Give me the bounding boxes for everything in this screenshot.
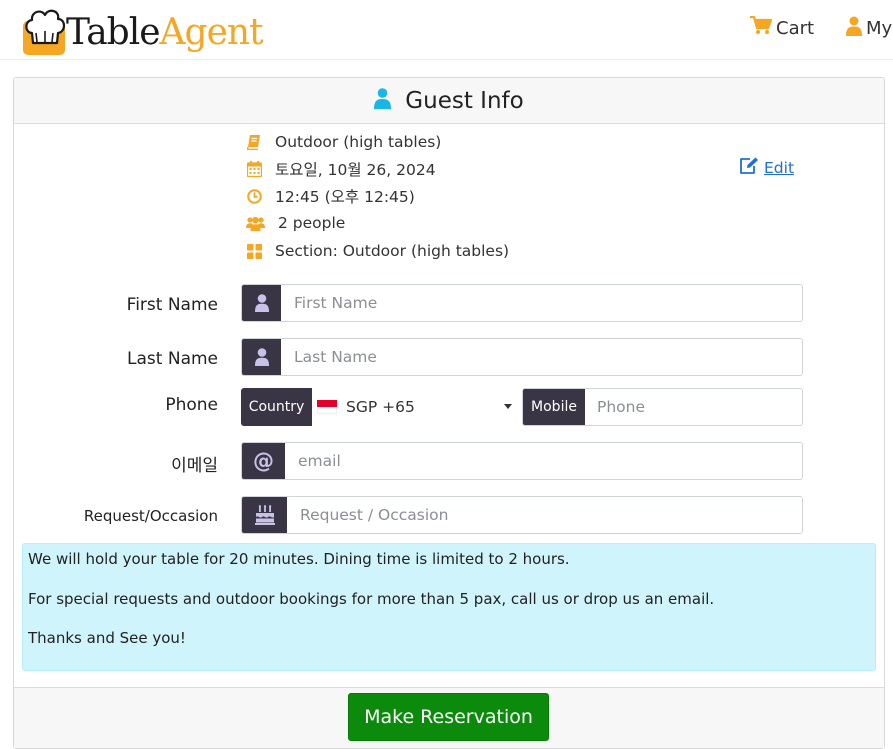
at-sign-icon: @ [242, 443, 285, 479]
top-navbar: TableAgent Cart My [0, 0, 893, 60]
notice-special-requests: For special requests and outdoor booking… [28, 590, 715, 608]
email-label: 이메일 [171, 456, 218, 476]
booking-date-row: 토요일, 10월 26, 2024 [246, 157, 436, 181]
grid-icon [246, 243, 262, 259]
brand-name-part1: Table [66, 11, 161, 53]
user-icon [242, 339, 281, 375]
booking-time-row: 12:45 (오후 12:45) [246, 184, 415, 208]
first-name-label: First Name [126, 295, 218, 315]
users-icon [246, 215, 265, 231]
booking-party: 2 people [278, 214, 346, 232]
phone-input[interactable] [585, 389, 802, 425]
booking-area: Outdoor (high tables) [275, 133, 442, 151]
last-name-group [241, 338, 803, 376]
singapore-flag-icon [317, 400, 337, 414]
request-group [241, 496, 803, 534]
request-input[interactable] [287, 497, 802, 533]
make-reservation-button[interactable]: Make Reservation [348, 693, 549, 741]
user-icon [846, 16, 866, 41]
nav-account-link[interactable]: My [846, 16, 892, 41]
mobile-group: Mobile [522, 388, 803, 426]
nav-cart-label: Cart [776, 17, 815, 39]
country-code-select[interactable]: SGP +65 [312, 388, 516, 426]
brand-name-part2: Agent [159, 11, 264, 53]
country-group: Country SGP +65 [241, 388, 516, 426]
edit-booking-link[interactable]: Edit [739, 157, 794, 178]
brand-wordmark: TableAgent [66, 11, 264, 53]
booking-section-row: Section: Outdoor (high tables) [246, 239, 509, 263]
booking-area-row: Outdoor (high tables) [246, 130, 441, 154]
book-icon [246, 134, 262, 150]
nav-account-label: My [866, 18, 893, 39]
first-name-group [241, 284, 803, 322]
user-icon [242, 285, 281, 321]
email-input[interactable] [285, 443, 802, 479]
reservation-notice: We will hold your table for 20 minutes. … [22, 543, 876, 671]
chef-hat-icon [22, 3, 68, 56]
phone-label: Phone [165, 395, 218, 415]
booking-section: Section: Outdoor (high tables) [275, 242, 510, 260]
card-footer: Make Reservation [14, 687, 884, 748]
first-name-input[interactable] [281, 285, 802, 321]
booking-time: 12:45 (오후 12:45) [275, 188, 415, 206]
mobile-addon: Mobile [523, 389, 585, 425]
last-name-label: Last Name [127, 349, 218, 369]
card-header: Guest Info [14, 78, 884, 124]
clock-icon [246, 188, 262, 204]
notice-thanks: Thanks and See you! [28, 629, 186, 647]
country-code-value: SGP +65 [346, 398, 415, 416]
birthday-cake-icon [242, 497, 287, 533]
email-group: @ [241, 442, 803, 480]
country-addon: Country [241, 388, 312, 426]
user-icon [374, 88, 392, 113]
caret-down-icon [504, 404, 512, 409]
guest-info-card: Guest Info Outdoor (high tables) 토요일, 10… [13, 77, 885, 749]
last-name-input[interactable] [281, 339, 802, 375]
booking-date: 토요일, 10월 26, 2024 [275, 161, 436, 179]
request-label: Request/Occasion [83, 507, 218, 525]
cart-icon [750, 15, 776, 40]
notice-hold-time: We will hold your table for 20 minutes. … [28, 550, 570, 568]
edit-icon [739, 157, 764, 178]
nav-cart-link[interactable]: Cart [750, 15, 815, 40]
edit-label: Edit [764, 158, 795, 177]
phone-group: Country SGP +65 Mobile [241, 388, 803, 426]
brand-logo[interactable]: TableAgent [22, 2, 264, 57]
calendar-icon [246, 161, 262, 177]
card-title: Guest Info [405, 87, 524, 114]
booking-party-row: 2 people [246, 211, 345, 235]
